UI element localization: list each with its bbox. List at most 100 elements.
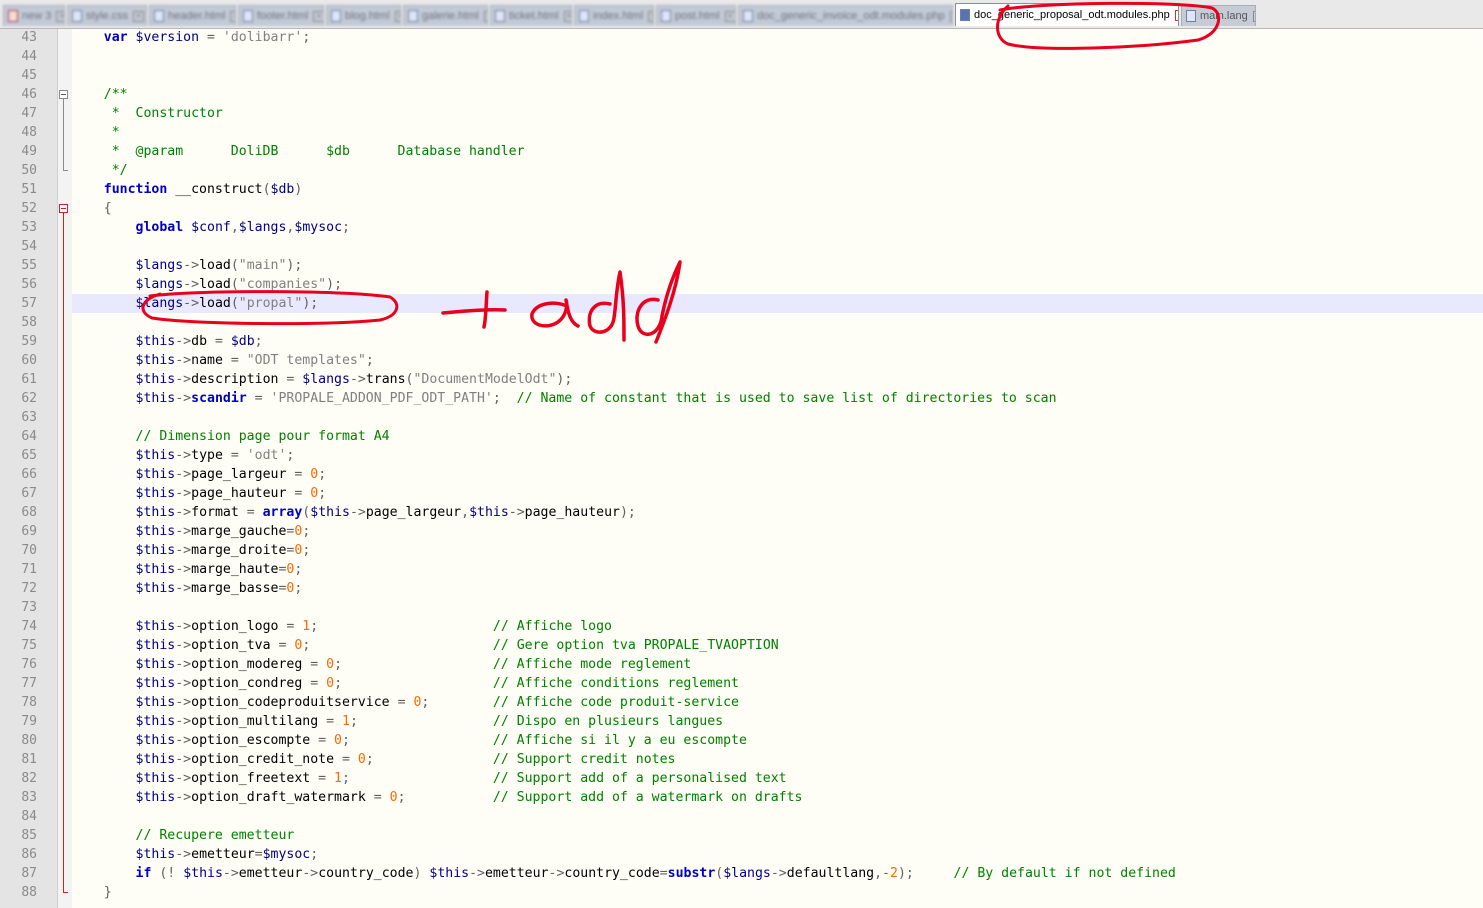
code-token: =	[389, 695, 414, 710]
current-code-line[interactable]: $langs->load("propal");	[72, 294, 1483, 313]
code-token: $this	[135, 353, 176, 368]
code-line[interactable]: $this->marge_gauche=0;	[72, 522, 1483, 541]
code-line[interactable]	[72, 47, 1483, 66]
code-line[interactable]: * Constructor	[72, 104, 1483, 123]
code-line[interactable]	[72, 237, 1483, 256]
fold-margin[interactable]	[58, 29, 72, 908]
code-line[interactable]: * @param DoliDB $db Database handler	[72, 142, 1483, 161]
code-token: trans	[365, 372, 406, 387]
code-line[interactable]: global $conf,$langs,$mysoc;	[72, 218, 1483, 237]
code-token: ->	[175, 733, 192, 748]
code-line[interactable]	[72, 66, 1483, 85]
tab-5[interactable]: galerie.html ×	[403, 5, 488, 26]
code-line[interactable]: $langs->load("main");	[72, 256, 1483, 275]
code-line[interactable]: $this->page_hauteur = 0;	[72, 484, 1483, 503]
code-line[interactable]: $this->option_tva = 0; // Gere option tv…	[72, 636, 1483, 655]
file-icon	[8, 10, 18, 22]
close-tab-icon[interactable]: ×	[56, 10, 64, 22]
code-line[interactable]: $this->option_draft_watermark = 0; // Su…	[72, 788, 1483, 807]
line-number: 60	[21, 353, 37, 368]
code-line[interactable]: // Recupere emetteur	[72, 826, 1483, 845]
tab-4[interactable]: blog.html ×	[326, 5, 401, 26]
fold-toggle-icon[interactable]	[59, 204, 68, 213]
close-tab-icon[interactable]: ×	[483, 10, 487, 22]
code-line[interactable]: $this->marge_haute=0;	[72, 560, 1483, 579]
code-token: // Support credit notes	[492, 752, 676, 767]
code-line[interactable]	[72, 807, 1483, 826]
tab-2[interactable]: header.html ×	[149, 5, 236, 26]
tab-10[interactable]: doc_generic_proposal_odt.modules.php ×	[955, 3, 1179, 26]
tab-1[interactable]: style.css ×	[67, 5, 147, 26]
code-line[interactable]: $langs->load("companies");	[72, 275, 1483, 294]
code-line[interactable]: var $version = 'dolibarr';	[72, 29, 1483, 47]
tab-3[interactable]: footer.html ×	[238, 5, 324, 26]
code-editor[interactable]: 43 44 45 46 47 48 49 50 51 52 53 54 55 56 57 58 59 60 61 62…	[0, 29, 1483, 908]
code-line[interactable]: */	[72, 161, 1483, 180]
tab-0[interactable]: new 3 ×	[3, 5, 65, 26]
code-line[interactable]: /**	[72, 85, 1483, 104]
code-line[interactable]: function __construct($db)	[72, 180, 1483, 199]
code-line[interactable]: $this->marge_basse=0;	[72, 579, 1483, 598]
code-line[interactable]: {	[72, 199, 1483, 218]
code-line[interactable]: $this->emetteur=$mysoc;	[72, 845, 1483, 864]
code-line[interactable]: $this->option_escompte = 0; // Affiche s…	[72, 731, 1483, 750]
close-tab-icon[interactable]: ×	[313, 10, 323, 22]
code-token: $langs	[135, 258, 184, 273]
code-line[interactable]: $this->type = 'odt';	[72, 446, 1483, 465]
close-tab-icon[interactable]: ×	[949, 10, 952, 22]
code-line[interactable]: $this->format = array($this->page_largeu…	[72, 503, 1483, 522]
code-line[interactable]: $this->option_freetext = 1; // Support a…	[72, 769, 1483, 788]
code-line[interactable]: $this->description = $langs->trans("Docu…	[72, 370, 1483, 389]
code-line[interactable]	[72, 408, 1483, 427]
code-line[interactable]: $this->option_multilang = 1; // Dispo en…	[72, 712, 1483, 731]
code-line[interactable]: if (! $this->emetteur->country_code) $th…	[72, 864, 1483, 883]
code-line[interactable]: $this->option_condreg = 0; // Affiche co…	[72, 674, 1483, 693]
code-line[interactable]	[72, 313, 1483, 332]
code-line[interactable]: *	[72, 123, 1483, 142]
tab-8[interactable]: post.html ×	[656, 5, 736, 26]
code-token: marge_basse	[191, 581, 279, 596]
close-tab-icon[interactable]: ×	[648, 10, 653, 22]
fold-toggle-icon[interactable]	[59, 90, 68, 99]
tab-7[interactable]: index.html ×	[574, 5, 654, 26]
code-line[interactable]: $this->option_modereg = 0; // Affiche mo…	[72, 655, 1483, 674]
code-line[interactable]: }	[72, 883, 1483, 902]
code-line[interactable]: $this->option_credit_note = 0; // Suppor…	[72, 750, 1483, 769]
close-tab-icon[interactable]: ×	[563, 10, 571, 22]
code-token: option_condreg	[191, 676, 303, 691]
close-tab-icon[interactable]: ×	[394, 10, 400, 22]
tab-9[interactable]: doc_generic_invoice_odt.modules.php ×	[738, 5, 953, 26]
code-line[interactable]: $this->page_largeur = 0;	[72, 465, 1483, 484]
line-number: 51	[21, 182, 37, 197]
tab-bar: new 3 × style.css × header.html × footer.html ×…	[0, 0, 1483, 29]
code-line[interactable]: $this->option_codeproduitservice = 0; //…	[72, 693, 1483, 712]
code-line[interactable]: $this->marge_droite=0;	[72, 541, 1483, 560]
code-token: $db	[270, 182, 295, 197]
tab-6[interactable]: ticket.html ×	[490, 5, 572, 26]
code-token: */	[111, 163, 128, 178]
code-token: // Gere option tva PROPALE_TVAOPTION	[492, 638, 779, 653]
code-line[interactable]	[72, 598, 1483, 617]
tab-label: doc_generic_invoice_odt.modules.php	[757, 10, 945, 22]
code-line[interactable]: $this->option_logo = 1; // Affiche logo	[72, 617, 1483, 636]
close-tab-icon[interactable]: ×	[230, 10, 235, 22]
close-tab-icon[interactable]: ×	[133, 10, 145, 22]
code-token: ;	[365, 353, 374, 368]
close-tab-icon[interactable]: ×	[724, 10, 735, 22]
close-tab-icon[interactable]: ×	[1252, 10, 1255, 22]
code-area[interactable]: var $version = 'dolibarr'; /** * Constru…	[72, 29, 1483, 908]
code-line[interactable]: $this->scandir = 'PROPALE_ADDON_PDF_ODT_…	[72, 389, 1483, 408]
code-line[interactable]: $this->db = $db;	[72, 332, 1483, 351]
close-tab-icon[interactable]: ×	[1174, 9, 1178, 21]
code-line[interactable]: $this->name = "ODT templates";	[72, 351, 1483, 370]
code-token: $this	[135, 505, 176, 520]
code-token: =	[254, 847, 263, 862]
code-line[interactable]: // Dimension page pour format A4	[72, 427, 1483, 446]
tab-11[interactable]: main.lang ×	[1181, 5, 1256, 26]
